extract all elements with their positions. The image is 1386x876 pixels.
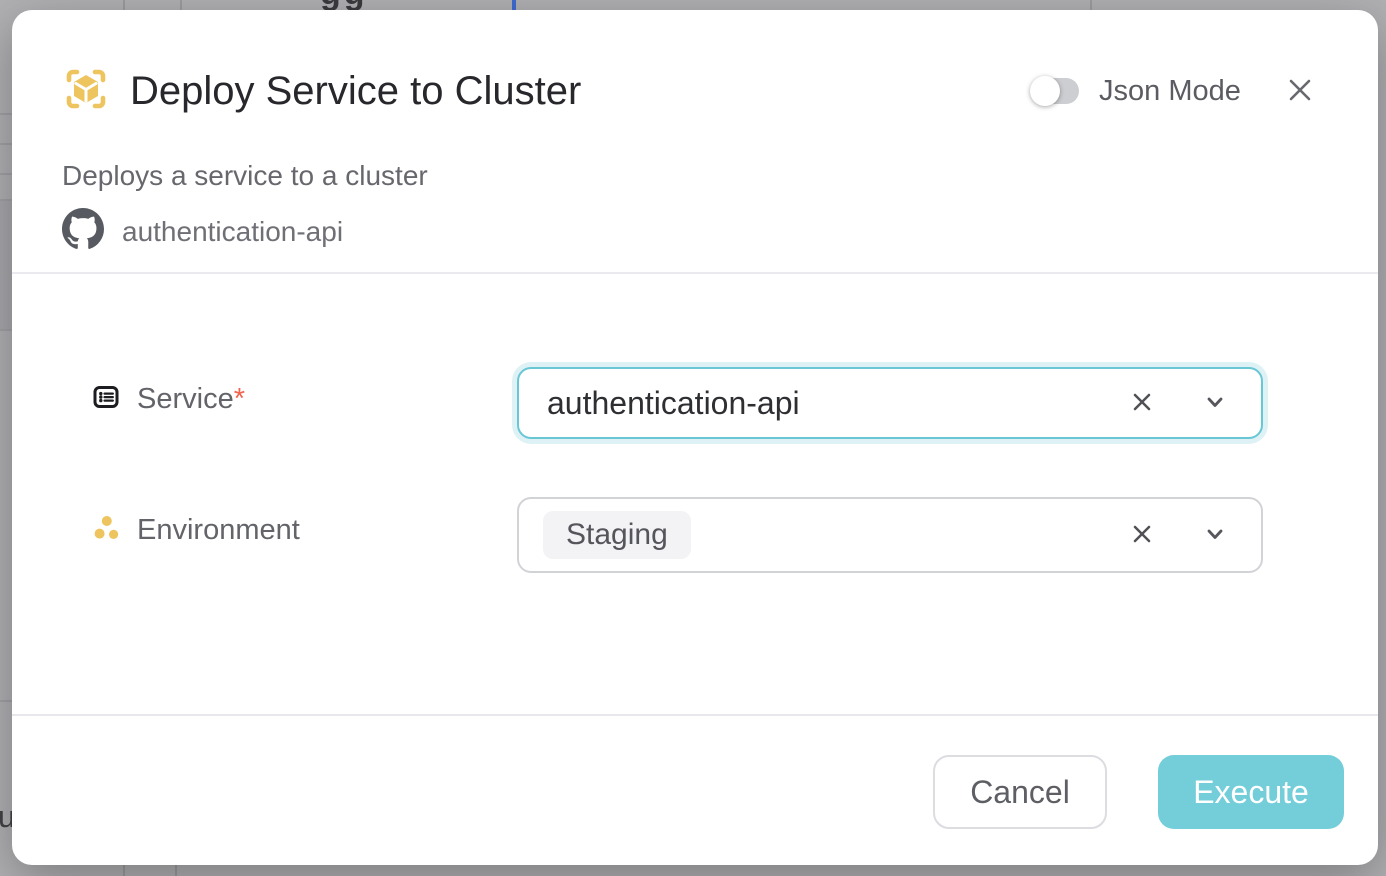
chevron-down-icon	[1201, 388, 1229, 419]
chevron-down-icon	[1201, 520, 1229, 551]
close-button[interactable]	[1283, 74, 1317, 108]
json-mode-label: Json Mode	[1099, 75, 1241, 108]
background-table-line	[123, 0, 125, 10]
background-blue-mark	[512, 0, 516, 10]
required-marker: *	[234, 383, 245, 415]
cluster-dots-icon	[94, 515, 120, 546]
environment-clear-button[interactable]	[1129, 521, 1155, 550]
dialog-title: Deploy Service to Cluster	[130, 69, 581, 114]
json-mode-toggle[interactable]	[1031, 78, 1079, 104]
github-icon	[62, 208, 104, 255]
footer-divider	[12, 714, 1378, 716]
background-table-line	[0, 113, 12, 115]
header-divider	[12, 272, 1378, 274]
clear-icon	[1129, 389, 1155, 418]
service-clear-button[interactable]	[1129, 389, 1155, 418]
background-table-line	[0, 173, 12, 175]
dialog-header: Deploy Service to Cluster	[62, 67, 581, 115]
execute-button[interactable]: Execute	[1158, 755, 1344, 829]
repository-name: authentication-api	[122, 216, 343, 248]
background-table-line	[0, 143, 12, 145]
background-row	[0, 201, 12, 329]
service-dropdown-button[interactable]	[1201, 388, 1229, 419]
field-label-text: Environment	[137, 514, 300, 547]
deploy-cube-icon	[62, 65, 110, 118]
close-icon	[1285, 75, 1315, 108]
cancel-button[interactable]: Cancel	[933, 755, 1107, 829]
dialog-description: Deploys a service to a cluster	[62, 160, 428, 192]
repository-row: authentication-api	[62, 208, 343, 255]
field-label-text: Service*	[137, 383, 245, 416]
environment-dropdown-button[interactable]	[1201, 520, 1229, 551]
background-table-line	[1090, 0, 1092, 10]
environment-field-label: Environment	[94, 514, 300, 547]
background-table-line	[175, 865, 177, 876]
toggle-knob	[1030, 76, 1060, 106]
background-table-line	[180, 0, 182, 10]
service-select[interactable]: authentication-api	[517, 367, 1263, 439]
clear-icon	[1129, 521, 1155, 550]
deploy-service-dialog: Deploy Service to Cluster Json Mode Depl…	[12, 10, 1378, 865]
background-table-line	[123, 865, 125, 876]
service-field-label: Service*	[92, 383, 245, 416]
dialog-header-controls: Json Mode	[1031, 67, 1317, 115]
service-select-value: authentication-api	[547, 385, 1129, 422]
background-table-line	[0, 700, 12, 702]
environment-select[interactable]: Staging	[517, 497, 1263, 573]
environment-chip: Staging	[543, 511, 691, 559]
background-table-line	[0, 329, 12, 331]
list-icon	[92, 383, 120, 416]
